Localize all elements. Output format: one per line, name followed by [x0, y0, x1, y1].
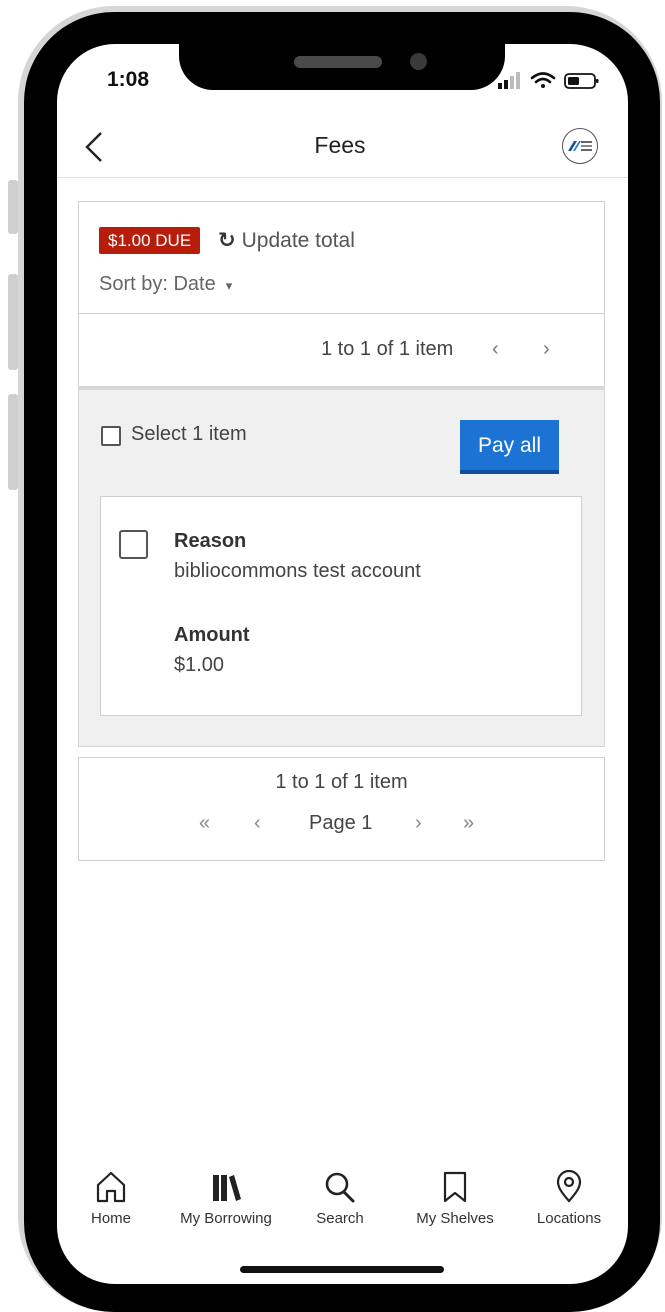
books-icon	[213, 1175, 241, 1201]
previous-page-button-bottom[interactable]: ‹	[254, 812, 261, 835]
tab-label-home: Home	[90, 1210, 131, 1227]
wifi-icon	[530, 72, 556, 88]
phone-side-button	[8, 274, 18, 370]
speaker-grille	[294, 56, 382, 68]
chevron-down-icon: ▾	[225, 278, 233, 293]
next-page-button-bottom[interactable]: ›	[415, 812, 422, 835]
home-indicator[interactable]	[240, 1266, 444, 1273]
update-total-button[interactable]: ↻ Update total	[218, 228, 355, 253]
pagination-summary: 1 to 1 of 1 item	[321, 338, 454, 360]
current-page-indicator: Page 1	[309, 812, 373, 834]
tab-label-search: Search	[316, 1210, 364, 1227]
front-camera	[410, 53, 427, 70]
signal-icon	[498, 72, 520, 89]
amount-due-badge: $1.00 DUE	[99, 227, 201, 254]
home-icon	[96, 1171, 126, 1203]
first-page-button[interactable]: «	[199, 812, 210, 835]
pagination-summary-bottom: 1 to 1 of 1 item	[275, 771, 408, 793]
page-title: Fees	[314, 132, 366, 158]
chevron-left-icon	[85, 132, 102, 162]
previous-page-button[interactable]: ‹	[492, 338, 499, 361]
tab-home[interactable]: Home	[56, 1170, 166, 1227]
tab-label-my-borrowing: My Borrowing	[180, 1210, 272, 1227]
tab-locations[interactable]: Locations	[514, 1170, 624, 1227]
fee-item-checkbox[interactable]	[119, 530, 148, 559]
tab-label-locations: Locations	[536, 1210, 602, 1227]
tab-my-shelves[interactable]: My Shelves	[400, 1170, 510, 1227]
sort-label: Sort by: Date	[99, 273, 216, 295]
amount-label: Amount	[174, 624, 250, 646]
last-page-button[interactable]: »	[463, 812, 474, 835]
pay-all-button[interactable]: Pay all	[460, 420, 559, 474]
tab-search[interactable]: Search	[285, 1170, 395, 1227]
search-icon	[325, 1172, 355, 1203]
back-button[interactable]	[82, 130, 106, 164]
battery-icon	[564, 73, 599, 89]
tab-label-my-shelves: My Shelves	[416, 1210, 494, 1227]
phone-side-button	[8, 180, 18, 234]
bookmark-icon	[443, 1171, 467, 1203]
reason-value: bibliocommons test account	[174, 560, 421, 582]
status-time: 1:08	[107, 68, 150, 91]
next-page-button[interactable]: ›	[543, 338, 550, 361]
header-divider	[57, 177, 628, 178]
phone-notch	[179, 36, 505, 90]
phone-side-button	[8, 394, 18, 490]
status-icons	[496, 70, 604, 90]
summary-divider	[79, 313, 604, 314]
amount-value: $1.00	[174, 654, 225, 676]
fee-item-card	[100, 496, 582, 716]
select-all-checkbox[interactable]	[101, 426, 121, 446]
reason-label: Reason	[174, 530, 247, 552]
library-logo-avatar[interactable]	[562, 128, 598, 164]
location-pin-icon	[556, 1170, 582, 1203]
update-total-label: Update total	[241, 229, 355, 252]
select-all-label[interactable]: Select 1 item	[131, 423, 247, 446]
library-logo-icon	[568, 141, 592, 151]
sort-dropdown[interactable]: Sort by: Date ▾	[99, 273, 232, 296]
tab-my-borrowing[interactable]: My Borrowing	[171, 1170, 281, 1227]
refresh-icon: ↻	[218, 229, 236, 252]
